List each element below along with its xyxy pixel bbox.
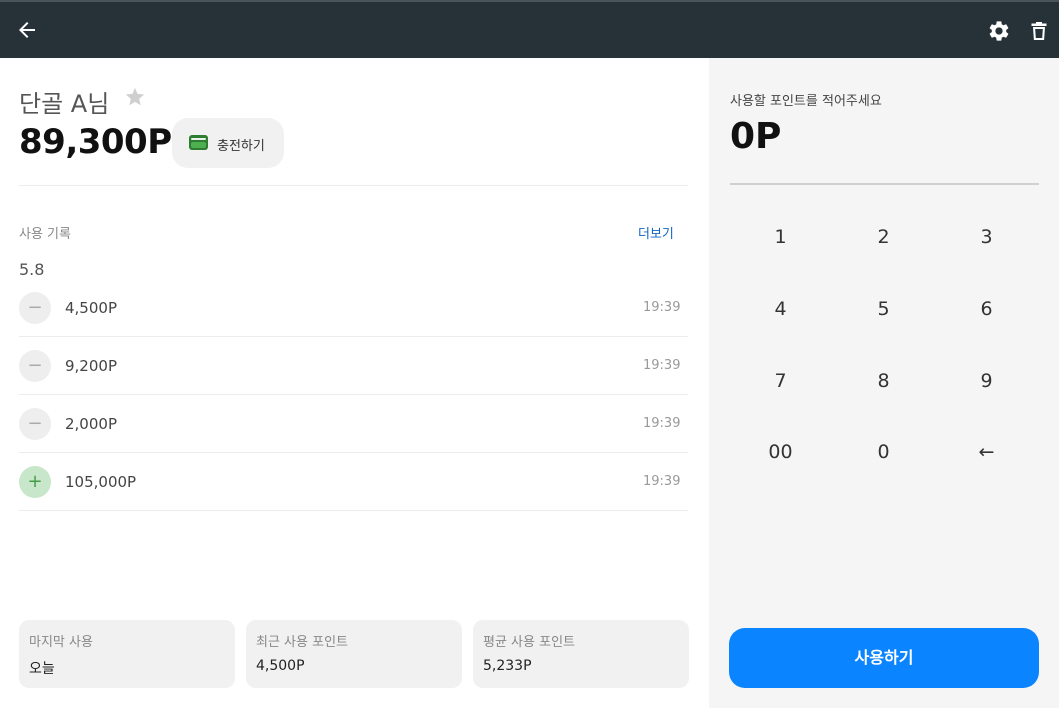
stats-row: 마지막 사용 오늘 최근 사용 포인트 4,500P 평균 사용 포인트 5,2… [19,620,689,688]
key-9[interactable]: 9 [935,345,1038,417]
key-8[interactable]: 8 [832,345,935,417]
badge-sign: − [27,297,43,318]
point-input-prompt: 사용할 포인트를 적어주세요 [730,94,882,109]
backspace-key[interactable]: ← [935,416,1038,488]
plus-icon: + [19,466,51,498]
stat-title: 평균 사용 포인트 [483,635,575,650]
customer-panel: 단골 A님 89,300P 충전하기 사용 기록 더보기 5.8 − 4,500… [0,58,709,708]
minus-icon: − [19,408,51,440]
minus-icon: − [19,350,51,382]
numeric-keypad: 1 2 3 4 5 6 7 8 9 00 0 ← [729,201,1039,491]
more-link[interactable]: 더보기 [638,223,674,242]
stat-card-recent-points: 최근 사용 포인트 4,500P [246,620,462,688]
badge-sign: − [27,413,43,434]
key-00[interactable]: 00 [729,416,832,488]
history-row: − 4,500P 19:39 [19,279,688,337]
point-balance: 89,300P [19,122,172,162]
trash-icon[interactable] [1027,19,1051,43]
stat-value: 4,500P [256,658,305,674]
key-0[interactable]: 0 [832,416,935,488]
history-amount: 4,500P [65,299,117,317]
app-window: 단골 A님 89,300P 충전하기 사용 기록 더보기 5.8 − 4,500… [0,0,1059,708]
key-5[interactable]: 5 [832,273,935,345]
star-icon[interactable] [124,86,146,108]
charge-button-label: 충전하기 [217,139,265,154]
wallet-icon [189,135,208,150]
stat-value: 5,233P [483,658,532,674]
divider [19,185,688,186]
badge-sign: − [27,355,43,376]
minus-icon: − [19,292,51,324]
history-date: 5.8 [19,260,45,279]
history-row: − 9,200P 19:39 [19,337,688,395]
stat-value: 오늘 [29,661,55,677]
stat-card-average-points: 평균 사용 포인트 5,233P [473,620,689,688]
history-amount: 2,000P [65,415,117,433]
badge-sign: + [27,471,43,492]
arrow-left-icon[interactable] [15,18,39,42]
history-row: + 105,000P 19:39 [19,453,688,511]
history-list: − 4,500P 19:39 − 9,200P 19:39 − 2,000P 1… [19,279,688,511]
key-2[interactable]: 2 [832,201,935,273]
key-1[interactable]: 1 [729,201,832,273]
use-points-button[interactable]: 사용하기 [729,628,1039,688]
history-amount: 9,200P [65,357,117,375]
history-row: − 2,000P 19:39 [19,395,688,453]
key-4[interactable]: 4 [729,273,832,345]
history-amount: 105,000P [65,473,137,491]
stat-title: 최근 사용 포인트 [256,635,348,650]
stat-title: 마지막 사용 [29,635,93,650]
history-time: 19:39 [643,416,681,431]
top-toolbar [0,0,1059,58]
history-time: 19:39 [643,474,681,489]
charge-button[interactable]: 충전하기 [172,118,284,168]
keypad-panel: 사용할 포인트를 적어주세요 0P 1 2 3 4 5 6 7 8 9 00 0… [709,58,1059,708]
history-time: 19:39 [643,300,681,315]
stat-card-last-use: 마지막 사용 오늘 [19,620,235,688]
key-3[interactable]: 3 [935,201,1038,273]
history-title: 사용 기록 [19,227,71,242]
input-underline [730,183,1039,185]
gear-icon[interactable] [987,19,1011,43]
customer-name: 단골 A님 [19,90,110,118]
point-input-display[interactable]: 0P [730,116,781,157]
history-time: 19:39 [643,358,681,373]
key-6[interactable]: 6 [935,273,1038,345]
key-7[interactable]: 7 [729,345,832,417]
